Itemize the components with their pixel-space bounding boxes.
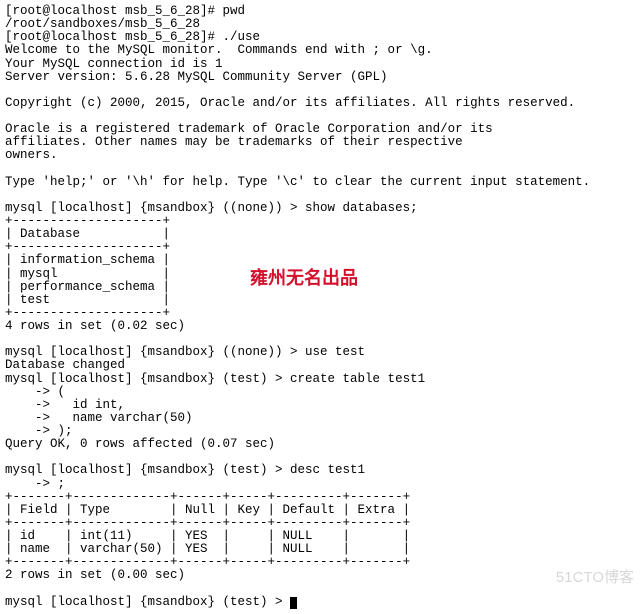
output-line: Welcome to the MySQL monitor. Commands e…: [5, 43, 433, 57]
table-border: +--------------------+: [5, 214, 170, 228]
prompt-line: [root@localhost msb_5_6_28]# pwd: [5, 4, 245, 18]
output-line: Your MySQL connection id is 1: [5, 57, 223, 71]
output-line: Oracle is a registered trademark of Orac…: [5, 122, 493, 136]
cursor-icon: [290, 597, 297, 609]
table-border: +-------+-------------+------+-----+----…: [5, 516, 410, 530]
table-border: +-------+-------------+------+-----+----…: [5, 555, 410, 569]
table-border: +-------+-------------+------+-----+----…: [5, 490, 410, 504]
mysql-prompt: mysql [localhost] {msandbox} ((none)) > …: [5, 201, 418, 215]
table-header: | Database |: [5, 227, 170, 241]
table-header: | Field | Type | Null | Key | Default | …: [5, 503, 410, 517]
continuation-line: -> ;: [5, 477, 65, 491]
site-watermark: 51CTO博客: [556, 570, 634, 586]
table-row: | information_schema |: [5, 253, 170, 267]
output-line: Type 'help;' or '\h' for help. Type '\c'…: [5, 175, 590, 189]
continuation-line: -> id int,: [5, 398, 125, 412]
output-line: Server version: 5.6.28 MySQL Community S…: [5, 70, 388, 84]
output-line: affiliates. Other names may be trademark…: [5, 135, 463, 149]
output-line: Database changed: [5, 358, 125, 372]
table-row: | name | varchar(50) | YES | | NULL | |: [5, 542, 410, 556]
table-border: +--------------------+: [5, 240, 170, 254]
table-row: | id | int(11) | YES | | NULL | |: [5, 529, 410, 543]
continuation-line: -> (: [5, 385, 65, 399]
table-border: +--------------------+: [5, 306, 170, 320]
mysql-prompt: mysql [localhost] {msandbox} ((none)) > …: [5, 345, 365, 359]
mysql-prompt: mysql [localhost] {msandbox} (test) > de…: [5, 463, 365, 477]
table-row: | performance_schema |: [5, 280, 170, 294]
output-line: /root/sandboxes/msb_5_6_28: [5, 17, 200, 31]
output-line: Copyright (c) 2000, 2015, Oracle and/or …: [5, 96, 575, 110]
terminal-output[interactable]: [root@localhost msb_5_6_28]# pwd /root/s…: [5, 5, 637, 609]
result-line: Query OK, 0 rows affected (0.07 sec): [5, 437, 275, 451]
output-line: owners.: [5, 148, 58, 162]
continuation-line: -> name varchar(50): [5, 411, 193, 425]
prompt-line: [root@localhost msb_5_6_28]# ./use: [5, 30, 260, 44]
mysql-prompt: mysql [localhost] {msandbox} (test) > cr…: [5, 372, 425, 386]
continuation-line: -> );: [5, 424, 73, 438]
table-row: | test |: [5, 293, 170, 307]
result-line: 4 rows in set (0.02 sec): [5, 319, 185, 333]
table-row: | mysql |: [5, 267, 170, 281]
result-line: 2 rows in set (0.00 sec): [5, 568, 185, 582]
overlay-watermark: 雍州无名出品: [250, 269, 358, 288]
